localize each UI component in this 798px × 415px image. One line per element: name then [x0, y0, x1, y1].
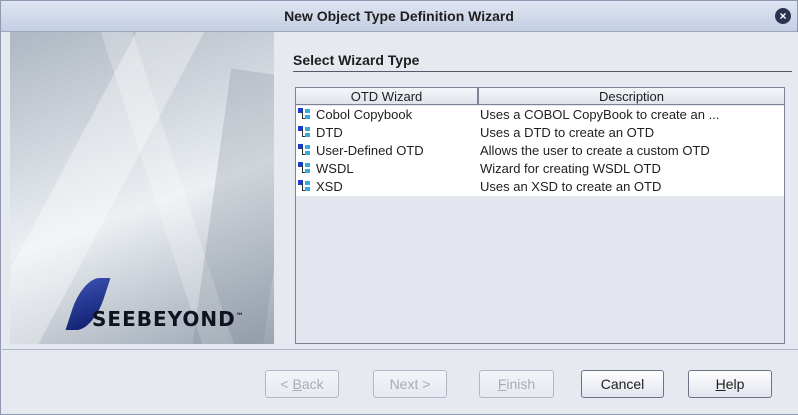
- otd-tree-icon: [298, 144, 312, 156]
- finish-button[interactable]: Finish: [479, 370, 554, 398]
- wizard-dialog: New Object Type Definition Wizard × SEEB…: [0, 0, 798, 415]
- row-description-cell: Uses an XSD to create an OTD: [480, 179, 662, 194]
- table-body: Cobol Copybook Uses a COBOL CopyBook to …: [296, 106, 784, 196]
- row-name-cell: User-Defined OTD: [296, 142, 474, 160]
- row-name-cell: DTD: [296, 124, 474, 142]
- otd-tree-icon: [298, 126, 312, 138]
- back-button[interactable]: < Back: [265, 370, 339, 398]
- next-button[interactable]: Next >: [373, 370, 447, 398]
- wizard-type-table[interactable]: OTD Wizard Description Cobol Copybook Us…: [295, 87, 785, 344]
- help-button[interactable]: Help: [688, 370, 772, 398]
- cancel-button[interactable]: Cancel: [581, 370, 664, 398]
- otd-tree-icon: [298, 180, 312, 192]
- button-bar: < Back Next > Finish Cancel Help: [2, 350, 798, 414]
- seebeyond-logo: SEEBEYOND™: [92, 307, 245, 331]
- wizard-content: SEEBEYOND™ Select Wizard Type OTD Wizard…: [2, 32, 798, 349]
- otd-tree-icon: [298, 162, 312, 174]
- section-title: Select Wizard Type: [293, 52, 420, 68]
- table-header: OTD Wizard Description: [296, 88, 784, 106]
- row-description-cell: Allows the user to create a custom OTD: [480, 143, 710, 158]
- otd-tree-icon: [298, 108, 312, 120]
- row-description-cell: Uses a DTD to create an OTD: [480, 125, 655, 140]
- close-icon[interactable]: ×: [775, 8, 791, 24]
- column-header-otd-wizard[interactable]: OTD Wizard: [296, 88, 478, 105]
- title-bar[interactable]: New Object Type Definition Wizard ×: [1, 1, 797, 32]
- column-header-description[interactable]: Description: [478, 88, 784, 105]
- table-row[interactable]: Cobol Copybook Uses a COBOL CopyBook to …: [296, 106, 784, 124]
- branding-panel: SEEBEYOND™: [10, 32, 274, 344]
- row-description-cell: Wizard for creating WSDL OTD: [480, 161, 661, 176]
- table-row[interactable]: User-Defined OTD Allows the user to crea…: [296, 142, 784, 160]
- background-shadow: [189, 68, 274, 344]
- row-name-cell: Cobol Copybook: [296, 106, 474, 124]
- table-row[interactable]: XSD Uses an XSD to create an OTD: [296, 178, 784, 196]
- table-row[interactable]: DTD Uses a DTD to create an OTD: [296, 124, 784, 142]
- table-row[interactable]: WSDL Wizard for creating WSDL OTD: [296, 160, 784, 178]
- row-name-cell: WSDL: [296, 160, 474, 178]
- window-title: New Object Type Definition Wizard: [284, 8, 514, 24]
- section-divider: [293, 71, 792, 72]
- row-name-cell: XSD: [296, 178, 474, 196]
- row-description-cell: Uses a COBOL CopyBook to create an ...: [480, 107, 720, 122]
